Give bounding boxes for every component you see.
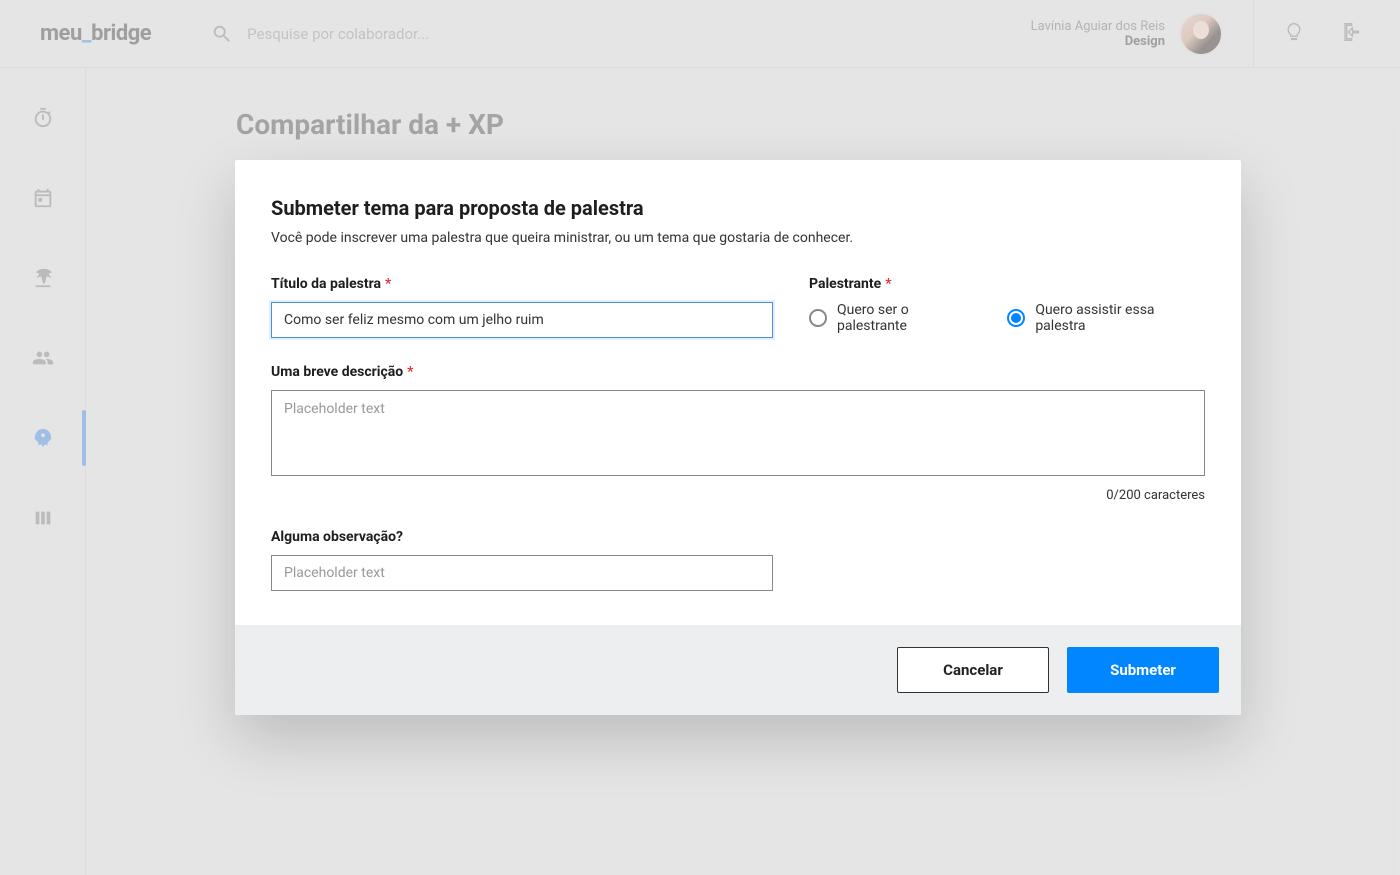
title-label: Título da palestra* [271,276,773,292]
obs-label: Alguma observação? [271,529,773,545]
field-title: Título da palestra* [271,276,773,338]
radio-watcher-label: Quero assistir essa palestra [1035,302,1205,334]
modal-subtitle: Você pode inscrever uma palestra que que… [271,230,1205,246]
desc-label-text: Uma breve descrição [271,364,403,380]
modal-title: Submeter tema para proposta de palestra [271,196,1205,220]
field-observation: Alguma observação? [271,529,773,591]
desc-textarea[interactable] [271,390,1205,476]
radio-presenter-label: Quero ser o palestrante [837,302,979,334]
field-speaker: Palestrante* Quero ser o palestrante Que… [809,276,1205,338]
speaker-radio-group: Quero ser o palestrante Quero assistir e… [809,302,1205,334]
row-title-speaker: Título da palestra* Palestrante* Quero s… [271,276,1205,338]
radio-watcher[interactable]: Quero assistir essa palestra [1007,302,1205,334]
submit-talk-modal: Submeter tema para proposta de palestra … [235,160,1241,715]
desc-char-counter: 0/200 caracteres [271,488,1205,503]
speaker-label: Palestrante* [809,276,1205,292]
submit-button[interactable]: Submeter [1067,647,1219,693]
radio-icon [809,309,827,327]
obs-input[interactable] [271,555,773,591]
radio-dot-icon [1011,313,1021,323]
radio-icon [1007,309,1025,327]
cancel-button[interactable]: Cancelar [897,647,1049,693]
required-mark: * [885,276,891,292]
modal-footer: Cancelar Submeter [235,625,1241,715]
desc-label: Uma breve descrição* [271,364,1205,380]
modal-body: Submeter tema para proposta de palestra … [235,160,1241,625]
title-label-text: Título da palestra [271,276,381,292]
speaker-label-text: Palestrante [809,276,881,292]
required-mark: * [385,276,391,292]
title-input[interactable] [271,302,773,338]
field-description: Uma breve descrição* 0/200 caracteres [271,364,1205,503]
required-mark: * [407,364,413,380]
radio-presenter[interactable]: Quero ser o palestrante [809,302,979,334]
